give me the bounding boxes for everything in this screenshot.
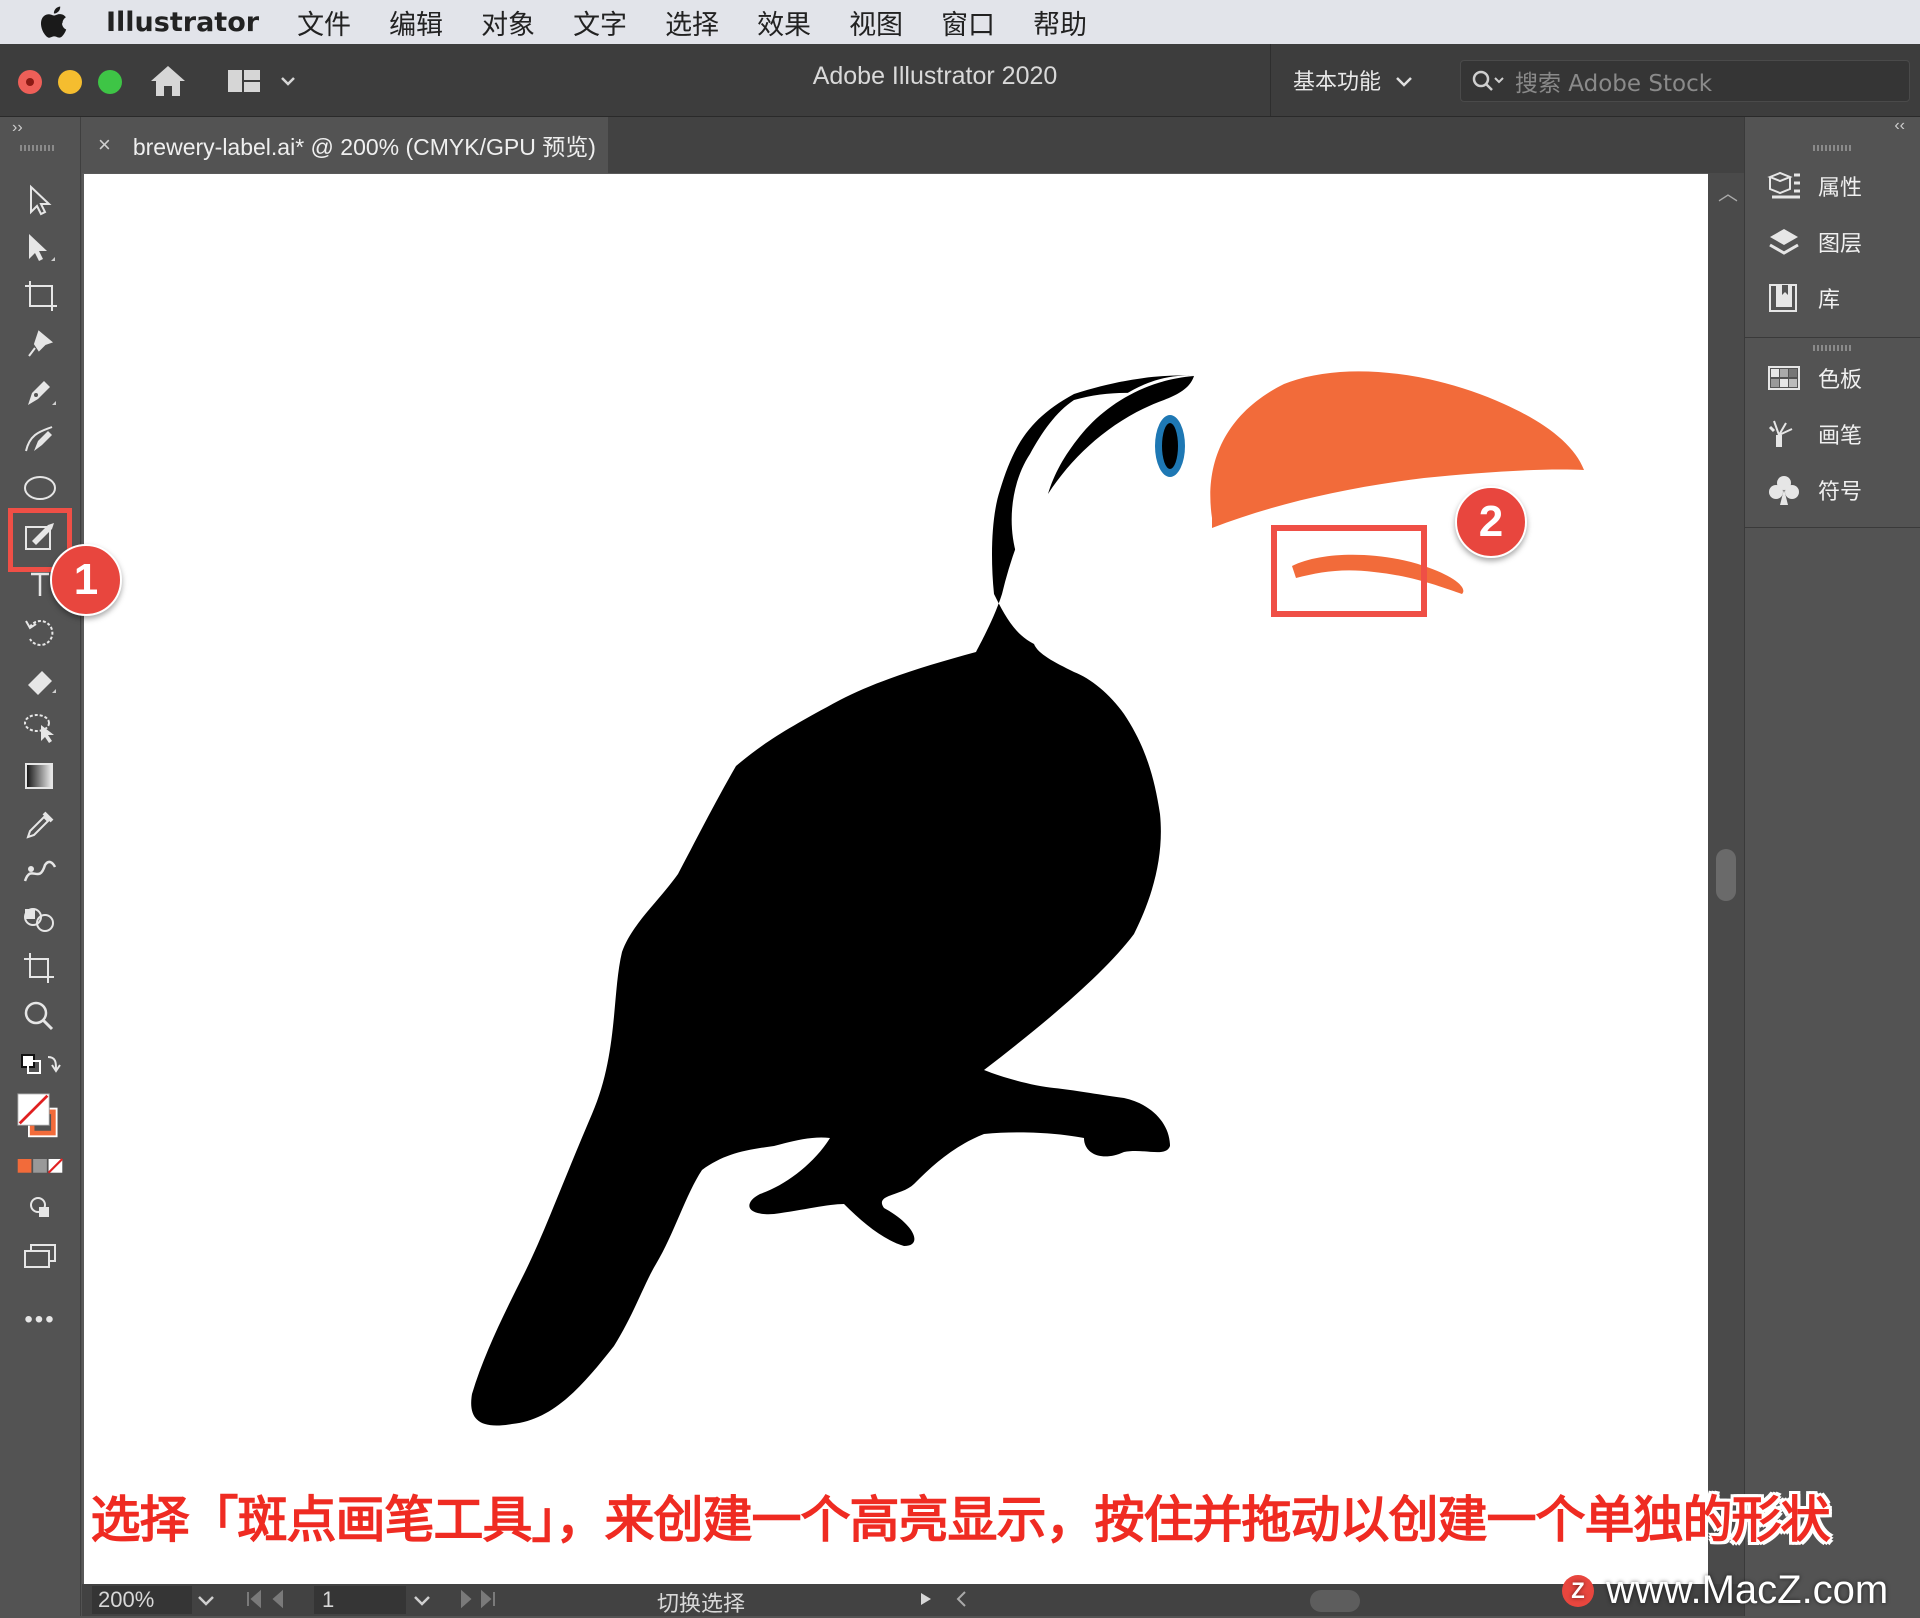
- swatches-icon: [1764, 360, 1804, 396]
- rotate-tool-icon[interactable]: [16, 612, 64, 652]
- panel-layers[interactable]: 图层: [1764, 222, 1862, 262]
- fill-stroke-swatch[interactable]: [16, 1088, 64, 1144]
- panel-libraries-label: 库: [1818, 288, 1841, 313]
- panel-properties-label: 属性: [1818, 176, 1863, 201]
- toucan-artwork[interactable]: [84, 174, 1708, 1584]
- document-tab[interactable]: × brewery-label.ai* @ 200% (CMYK/GPU 预览): [82, 117, 609, 173]
- scroll-left-icon[interactable]: [954, 1586, 970, 1618]
- collapse-panel-icon[interactable]: ››: [12, 119, 23, 137]
- search-icon: [1471, 69, 1507, 93]
- panel-grip[interactable]: [1813, 145, 1853, 151]
- search-placeholder: 搜索 Adobe Stock: [1515, 71, 1713, 97]
- menu-type[interactable]: 文字: [573, 3, 627, 42]
- expand-panels-icon[interactable]: ‹‹: [1894, 117, 1905, 135]
- ellipse-tool-icon[interactable]: [16, 468, 64, 508]
- app-bar: Adobe Illustrator 2020 基本功能 搜索 Adobe Sto…: [0, 44, 1920, 117]
- step-badge-1: 1: [50, 544, 122, 616]
- artboard-tool-icon[interactable]: [16, 276, 64, 316]
- lasso-tool-icon[interactable]: [16, 708, 64, 748]
- symbols-club-icon: [1764, 472, 1804, 508]
- status-info-text[interactable]: 切换选择: [657, 1586, 745, 1618]
- menu-view[interactable]: 视图: [849, 3, 903, 42]
- curvature-tool-icon[interactable]: [16, 420, 64, 460]
- panel-symbols[interactable]: 符号: [1764, 470, 1862, 510]
- eraser-tool-icon[interactable]: [16, 660, 64, 700]
- menu-file[interactable]: 文件: [297, 3, 351, 42]
- site-watermark: Z www.MacZ.com: [1562, 1568, 1888, 1613]
- zoom-level-field[interactable]: 200%: [92, 1586, 192, 1614]
- artboard-next-buttons[interactable]: [442, 1586, 502, 1618]
- default-fill-stroke-icon[interactable]: [16, 1044, 64, 1084]
- panel-swatches-label: 色板: [1818, 368, 1863, 393]
- macz-logo-icon: Z: [1562, 1574, 1594, 1607]
- artboard-number-field[interactable]: 1: [314, 1586, 406, 1614]
- workspace-dropdown[interactable]: 基本功能: [1270, 44, 1443, 116]
- properties-icon: [1764, 168, 1804, 204]
- panel-brushes-label: 画笔: [1818, 424, 1863, 449]
- panel-grip[interactable]: [1813, 345, 1853, 351]
- apple-logo-icon[interactable]: [38, 5, 78, 39]
- panel-grip[interactable]: [20, 145, 56, 151]
- toucan-face: [1011, 392, 1229, 649]
- pin-tool-icon[interactable]: [16, 324, 64, 364]
- artboard-dropdown-icon[interactable]: [412, 1586, 432, 1618]
- scroll-thumb[interactable]: [1716, 849, 1736, 901]
- menu-help[interactable]: 帮助: [1033, 3, 1087, 42]
- menu-bar: Illustrator 文件 编辑 对象 文字 选择 效果 视图 窗口 帮助: [0, 0, 1920, 44]
- edit-toolbar-button[interactable]: •••: [16, 1300, 64, 1340]
- status-bar: 200% 1 切换选择: [82, 1584, 1744, 1618]
- eyedropper-tool-icon[interactable]: [16, 804, 64, 844]
- stock-search-input[interactable]: 搜索 Adobe Stock: [1460, 60, 1910, 102]
- blob-brush-tool-icon[interactable]: [16, 516, 64, 556]
- toucan-eye: [1162, 423, 1178, 469]
- direct-selection-tool-icon[interactable]: [16, 228, 64, 268]
- horizontal-scroll-thumb[interactable]: [1310, 1590, 1360, 1612]
- artboard[interactable]: [84, 174, 1708, 1584]
- zoom-dropdown-icon[interactable]: [196, 1586, 228, 1618]
- watermark-text: www.MacZ.com: [1606, 1568, 1889, 1612]
- menu-object[interactable]: 对象: [481, 3, 535, 42]
- panel-brushes[interactable]: 画笔: [1764, 414, 1862, 454]
- document-tab-title: brewery-label.ai* @ 200% (CMYK/GPU 预览): [132, 134, 596, 160]
- vertical-scrollbar[interactable]: ︿: [1708, 173, 1744, 1584]
- layers-icon: [1764, 224, 1804, 260]
- toucan-beak: [1210, 371, 1584, 528]
- gradient-tool-icon[interactable]: [16, 756, 64, 796]
- color-mode-buttons[interactable]: [16, 1150, 64, 1180]
- tab-strip: [608, 117, 1744, 173]
- zoom-tool-icon[interactable]: [16, 996, 64, 1036]
- artboard-prev-buttons[interactable]: [242, 1586, 302, 1618]
- panel-libraries[interactable]: 库: [1764, 278, 1840, 318]
- blob-brush-highlight-stroke: [1292, 554, 1464, 594]
- panel-properties[interactable]: 属性: [1764, 166, 1862, 206]
- scroll-up-icon[interactable]: ︿: [1718, 177, 1738, 206]
- panel-dock: ‹‹: [1744, 117, 1920, 1616]
- menu-select[interactable]: 选择: [665, 3, 719, 42]
- close-tab-icon[interactable]: ×: [98, 132, 111, 158]
- panel-swatches[interactable]: 色板: [1764, 358, 1862, 398]
- step-badge-2: 2: [1455, 486, 1527, 558]
- menu-edit[interactable]: 编辑: [389, 3, 443, 42]
- tutorial-caption: 选择「斑点画笔工具」，来创建一个高亮显示，按住并拖动以创建一个单独的形状: [90, 1491, 1831, 1549]
- libraries-icon: [1764, 280, 1804, 316]
- panel-symbols-label: 符号: [1818, 480, 1863, 505]
- brushes-icon: [1764, 416, 1804, 452]
- chevron-down-icon: [1395, 68, 1413, 93]
- shape-builder-tool-icon[interactable]: [16, 900, 64, 940]
- crop-tool-icon[interactable]: [16, 948, 64, 988]
- menu-window[interactable]: 窗口: [941, 3, 995, 42]
- selection-tool-icon[interactable]: [16, 180, 64, 220]
- pen-tool-icon[interactable]: [16, 372, 64, 412]
- menu-app-name[interactable]: Illustrator: [106, 7, 259, 38]
- screen-mode-icon[interactable]: [16, 1236, 64, 1276]
- status-play-icon[interactable]: [918, 1586, 934, 1618]
- workspace-label: 基本功能: [1293, 70, 1382, 95]
- puppet-warp-tool-icon[interactable]: [16, 852, 64, 892]
- draw-mode-icon[interactable]: [16, 1188, 64, 1228]
- menu-effect[interactable]: 效果: [757, 3, 811, 42]
- panel-layers-label: 图层: [1818, 232, 1863, 257]
